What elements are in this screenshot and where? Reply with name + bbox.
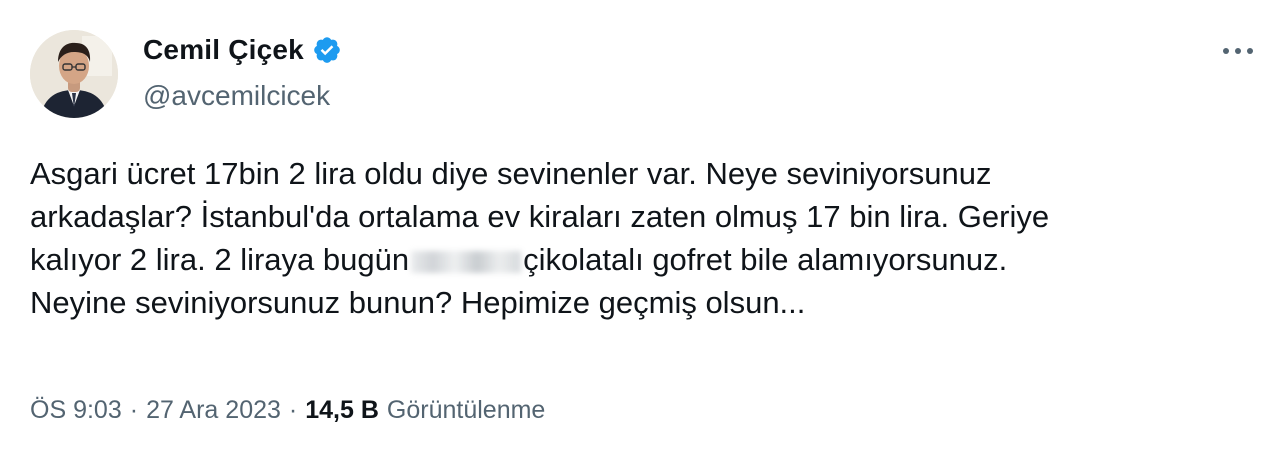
meta-separator: · <box>129 396 139 424</box>
tweet-meta: ÖS 9:03 · 27 Ara 2023 · 14,5 B Görüntüle… <box>30 396 545 425</box>
verified-badge-icon[interactable] <box>312 35 342 65</box>
meta-separator: · <box>288 396 298 424</box>
tweet-line-with-redaction: kalıyor 2 lira. 2 liraya bugün çikolatalı… <box>30 238 1260 281</box>
tweet-line-part: kalıyor 2 lira. 2 liraya bugün <box>30 242 410 277</box>
tweet-line: arkadaşlar? İstanbul'da ortalama ev kira… <box>30 199 1050 234</box>
author-name-row: Cemil Çiçek <box>143 34 342 66</box>
avatar-image <box>30 30 118 118</box>
tweet-line: Asgari ücret 17bin 2 lira oldu diye sevi… <box>30 156 992 191</box>
more-horizontal-icon <box>1223 48 1253 54</box>
tweet-time[interactable]: ÖS 9:03 <box>30 396 122 425</box>
more-options-button[interactable] <box>1218 36 1258 66</box>
tweet-line-part: çikolatalı gofret bile alamıyorsunuz. <box>523 242 1008 277</box>
tweet-date[interactable]: 27 Ara 2023 <box>146 396 281 425</box>
author-display-name[interactable]: Cemil Çiçek <box>143 34 304 66</box>
author-handle[interactable]: @avcemilcicek <box>143 80 330 112</box>
blurred-redaction <box>411 250 522 273</box>
tweet-line: Neyine seviniyorsunuz bunun? Hepimize ge… <box>30 285 806 320</box>
tweet-text: Asgari ücret 17bin 2 lira oldu diye sevi… <box>30 152 1260 324</box>
views-count: 14,5 B <box>305 396 379 424</box>
author-avatar[interactable] <box>30 30 118 118</box>
views-label: Görüntülenme <box>386 396 546 424</box>
